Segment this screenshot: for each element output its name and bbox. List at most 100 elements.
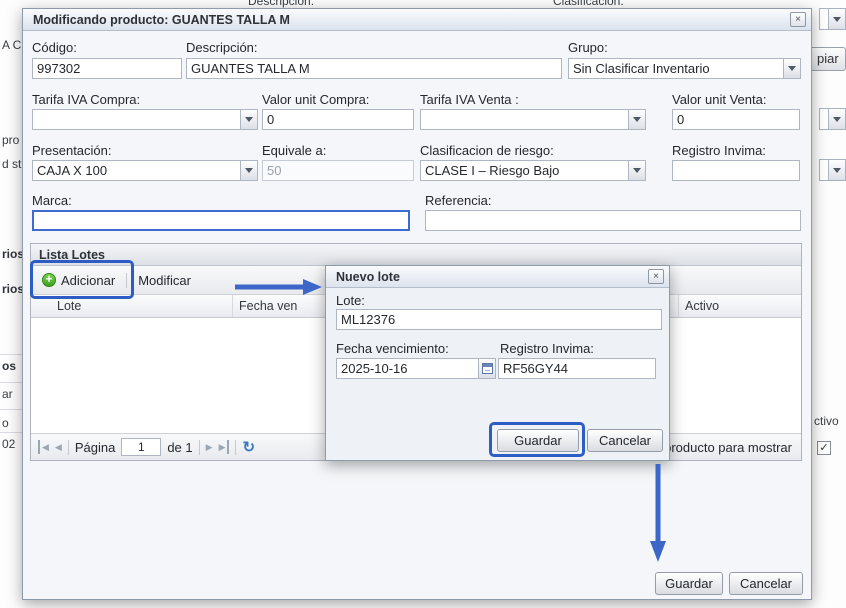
bg-fragment: rios (2, 282, 24, 296)
bg-divider (0, 382, 22, 383)
page-number-input[interactable] (121, 438, 161, 456)
grupo-label: Grupo: (568, 40, 608, 55)
bg-combo-field (820, 9, 828, 29)
lista-lotes-title: Lista Lotes (31, 244, 801, 266)
bg-divider (0, 354, 22, 355)
chevron-down-icon[interactable] (828, 109, 845, 129)
close-icon[interactable]: × (790, 12, 806, 27)
cancelar-lote-button[interactable]: Cancelar (587, 429, 663, 452)
refresh-icon[interactable]: ↻ (242, 440, 255, 455)
chevron-down-icon[interactable] (783, 59, 800, 78)
bg-combo-field (820, 160, 828, 180)
bg-label-activo: ctivo (814, 414, 839, 428)
valor-unit-compra-input[interactable] (262, 109, 414, 130)
last-page-icon[interactable]: ▶ (219, 440, 230, 454)
clasificacion-riesgo-select[interactable]: CLASE I – Riesgo Bajo (420, 160, 646, 181)
bg-label-clasificacion: Clasificación: (553, 0, 624, 8)
page-count-label: de 1 (167, 440, 192, 455)
bg-label-descripcion: Descripción: (248, 0, 314, 8)
fecha-vencimiento-label: Fecha vencimiento: (336, 341, 449, 356)
registro-invima-lote-label: Registro Invima: (500, 341, 594, 356)
registro-invima-input[interactable] (672, 160, 800, 181)
marca-label: Marca: (32, 193, 72, 208)
bg-activo-checkbox[interactable]: ✓ (817, 441, 831, 455)
add-icon: + (42, 273, 56, 287)
chevron-down-icon[interactable] (828, 160, 845, 180)
guardar-button[interactable]: Guardar (655, 572, 723, 595)
referencia-label: Referencia: (425, 193, 491, 208)
bg-fragment: d st (2, 157, 21, 171)
grupo-value: Sin Clasificar Inventario (569, 59, 783, 78)
pagina-label: Página (75, 440, 115, 455)
chevron-down-icon[interactable] (828, 9, 845, 29)
guardar-lote-button[interactable]: Guardar (497, 429, 579, 452)
adicionar-button[interactable]: + Adicionar (38, 271, 119, 290)
bg-fragment: ar (2, 387, 13, 401)
first-page-icon[interactable]: ◀ (38, 440, 49, 454)
bg-combo-trigger[interactable] (819, 8, 846, 30)
column-header-lote[interactable]: Lote (31, 295, 233, 317)
paging-separator (235, 440, 236, 455)
fecha-vencimiento-datefield[interactable]: 2025-10-16 (336, 358, 496, 379)
window-title: Modificando producto: GUANTES TALLA M (33, 13, 290, 27)
nuevo-lote-window: Nuevo lote × Lote: Fecha vencimiento: Re… (325, 265, 670, 461)
codigo-label: Código: (32, 40, 77, 55)
bg-fragment: os (2, 359, 16, 373)
screen: Descripción: Clasificación: A C pro d st… (0, 0, 846, 608)
referencia-input[interactable] (425, 210, 801, 231)
bg-combo-trigger[interactable] (819, 108, 846, 130)
descripcion-input[interactable] (186, 58, 562, 79)
column-header-activo[interactable]: Activo (679, 295, 801, 317)
chevron-down-icon[interactable] (240, 161, 257, 180)
toolbar-separator (126, 273, 127, 288)
chevron-down-icon[interactable] (240, 110, 257, 129)
bg-divider (0, 409, 22, 410)
presentacion-label: Presentación: (32, 143, 112, 158)
grupo-select[interactable]: Sin Clasificar Inventario (568, 58, 801, 79)
lote-input[interactable] (336, 309, 662, 330)
bg-fragment: A C (2, 38, 21, 52)
presentacion-value: CAJA X 100 (33, 161, 240, 180)
bg-fragment: 02 (2, 437, 15, 451)
bg-combo-trigger[interactable] (819, 159, 846, 181)
window-titlebar[interactable]: Modificando producto: GUANTES TALLA M × (23, 9, 811, 31)
bg-button-partial[interactable]: piar (812, 47, 846, 71)
modificar-button[interactable]: Modificar (134, 271, 195, 290)
clasificacion-riesgo-label: Clasificacion de riesgo: (420, 143, 554, 158)
codigo-input[interactable] (32, 58, 182, 79)
clasificacion-riesgo-value: CLASE I – Riesgo Bajo (421, 161, 628, 180)
presentacion-select[interactable]: CAJA X 100 (32, 160, 258, 181)
registro-invima-label: Registro Invima: (672, 143, 766, 158)
registro-invima-lote-input[interactable] (498, 358, 656, 379)
tarifa-iva-compra-select[interactable] (32, 109, 258, 130)
tarifa-iva-compra-label: Tarifa IVA Compra: (32, 92, 140, 107)
adicionar-label: Adicionar (61, 273, 115, 288)
tarifa-iva-venta-value (421, 110, 628, 129)
close-icon[interactable]: × (648, 269, 664, 284)
nuevo-lote-title: Nuevo lote (336, 270, 400, 284)
valor-unit-venta-input[interactable] (672, 109, 800, 130)
fecha-vencimiento-value: 2025-10-16 (337, 359, 478, 378)
valor-unit-compra-label: Valor unit Compra: (262, 92, 369, 107)
bg-fragment: rios (2, 247, 24, 261)
bg-combo-field (820, 109, 828, 129)
nuevo-lote-titlebar[interactable]: Nuevo lote × (326, 266, 669, 288)
paging-separator (199, 440, 200, 455)
grid-empty-text: producto para mostrar (664, 440, 794, 455)
equivale-a-input (262, 160, 414, 181)
tarifa-iva-venta-label: Tarifa IVA Venta : (420, 92, 519, 107)
bg-fragment: o (2, 416, 9, 430)
cancelar-button[interactable]: Cancelar (729, 572, 803, 595)
next-page-icon[interactable]: ▶ (206, 440, 213, 454)
valor-unit-venta-label: Valor unit Venta: (672, 92, 766, 107)
bg-divider (0, 432, 22, 433)
calendar-icon[interactable] (478, 359, 495, 378)
marca-input[interactable] (32, 210, 410, 231)
descripcion-label: Descripción: (186, 40, 258, 55)
chevron-down-icon[interactable] (628, 110, 645, 129)
equivale-a-label: Equivale a: (262, 143, 326, 158)
prev-page-icon[interactable]: ◀ (55, 440, 62, 454)
tarifa-iva-venta-select[interactable] (420, 109, 646, 130)
tarifa-iva-compra-value (33, 110, 240, 129)
chevron-down-icon[interactable] (628, 161, 645, 180)
